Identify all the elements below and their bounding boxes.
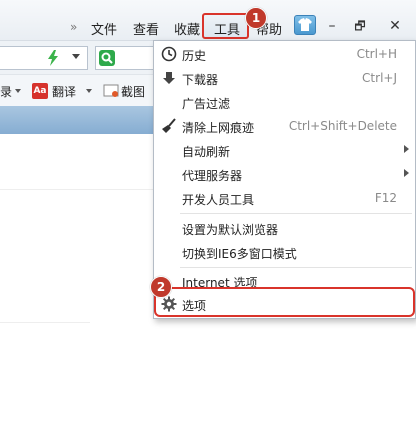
chevron-down-icon[interactable] [15, 89, 21, 93]
submenu-arrow-icon [404, 169, 409, 177]
menu-tools[interactable]: 工具 [214, 19, 240, 38]
broom-icon [162, 118, 176, 133]
skin-button[interactable] [294, 15, 316, 35]
tools-dropdown-menu: 历史 Ctrl+H 下载器 Ctrl+J 广告过滤 清除上网痕迹 Ctrl+Sh… [153, 40, 416, 319]
menu-item-set-default-browser[interactable]: 设置为默认浏览器 [154, 216, 415, 240]
address-dropdown-icon[interactable] [72, 54, 80, 59]
menu-item-ad-filter[interactable]: 广告过滤 [154, 90, 415, 114]
chevron-down-icon[interactable] [86, 89, 92, 93]
menu-item-clear-traces[interactable]: 清除上网痕迹 Ctrl+Shift+Delete [154, 114, 415, 138]
menu-view[interactable]: 查看 [133, 19, 159, 38]
menu-item-label: 下载器 [182, 73, 219, 87]
menu-item-history[interactable]: 历史 Ctrl+H [154, 42, 415, 66]
search-icon [101, 52, 113, 64]
menu-item-auto-refresh[interactable]: 自动刷新 [154, 138, 415, 162]
toolbar-item-label[interactable]: 录 [0, 83, 12, 100]
translate-button[interactable]: 翻译 [52, 83, 76, 100]
menu-item-label: 清除上网痕迹 [182, 121, 255, 135]
menu-item-shortcut: F12 [374, 191, 397, 205]
download-icon [163, 72, 175, 84]
translate-icon[interactable]: Aa [32, 83, 48, 99]
clock-icon [161, 46, 177, 62]
menu-favorites[interactable]: 收藏 [174, 19, 200, 38]
menu-item-shortcut: Ctrl+J [362, 71, 397, 85]
menu-item-label: 代理服务器 [182, 169, 243, 183]
title-bar: » 文件 查看 收藏 工具 帮助 – 🗗 ✕ [0, 0, 416, 40]
divider [0, 189, 160, 190]
lightning-icon[interactable] [47, 50, 59, 66]
menu-item-shortcut: Ctrl+H [356, 47, 397, 61]
menu-separator [180, 267, 412, 268]
step-badge-1: 1 [245, 7, 267, 29]
divider [0, 322, 90, 323]
search-engine-icon[interactable] [99, 50, 115, 66]
restore-button[interactable]: 🗗 [349, 17, 371, 35]
menu-item-label: 切换到IE6多窗口模式 [182, 247, 297, 261]
menu-item-label: 设置为默认浏览器 [182, 223, 279, 237]
minimize-button[interactable]: – [321, 17, 343, 35]
submenu-arrow-icon [404, 145, 409, 153]
menu-item-proxy-server[interactable]: 代理服务器 [154, 162, 415, 186]
menu-separator [180, 213, 412, 214]
menu-item-label: 开发人员工具 [182, 193, 255, 207]
step-badge-2: 2 [150, 276, 172, 298]
options-highlight [154, 287, 415, 317]
menu-item-developer-tools[interactable]: 开发人员工具 F12 [154, 186, 415, 210]
more-menu-button[interactable]: » [70, 20, 77, 34]
close-button[interactable]: ✕ [384, 17, 406, 35]
scissors-icon[interactable] [103, 83, 120, 99]
menu-item-label: 自动刷新 [182, 145, 231, 159]
menu-item-downloader[interactable]: 下载器 Ctrl+J [154, 66, 415, 90]
menu-item-ie6-mode[interactable]: 切换到IE6多窗口模式 [154, 240, 415, 264]
screenshot-button[interactable]: 截图 [121, 83, 145, 100]
menu-item-label: 广告过滤 [182, 97, 231, 111]
menu-file[interactable]: 文件 [91, 19, 117, 38]
menu-item-shortcut: Ctrl+Shift+Delete [288, 119, 397, 133]
menu-item-label: 历史 [182, 49, 207, 63]
shirt-icon [298, 18, 312, 31]
